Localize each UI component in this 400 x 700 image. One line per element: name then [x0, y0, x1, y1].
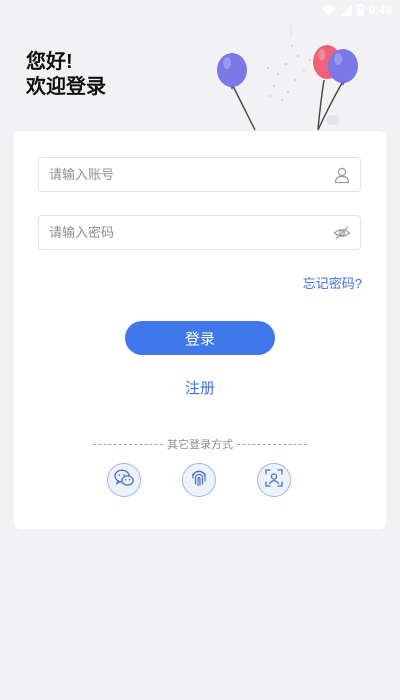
eye-hidden-icon[interactable] [333, 224, 351, 242]
password-field[interactable] [38, 215, 361, 250]
greeting-line-2: 欢迎登录 [26, 76, 106, 98]
divider-line-left [93, 443, 163, 445]
fingerprint-icon [188, 467, 210, 493]
face-id-login-button[interactable] [257, 463, 291, 497]
signal-icon [340, 1, 352, 20]
status-time: 9:48 [368, 3, 392, 17]
battery-icon [356, 1, 364, 20]
other-login-divider: 其它登录方式 [93, 436, 307, 452]
balloons-illustration [200, 20, 390, 135]
login-card: 忘记密码? 登录 注册 其它登录方式 [14, 131, 386, 529]
wechat-icon [113, 467, 135, 493]
wifi-icon [321, 1, 336, 20]
user-icon [333, 166, 351, 184]
forgot-password-link[interactable]: 忘记密码? [303, 273, 362, 292]
fingerprint-login-button[interactable] [182, 463, 216, 497]
divider-line-right [237, 443, 307, 445]
greeting-line-1: 您好! [26, 51, 73, 73]
other-login-label: 其它登录方式 [167, 439, 233, 451]
account-field[interactable] [38, 157, 361, 192]
register-link[interactable]: 注册 [14, 377, 386, 398]
greeting-title: 您好! 欢迎登录 [26, 50, 106, 100]
account-input[interactable] [49, 158, 319, 191]
status-bar: 9:48 [0, 0, 400, 20]
status-icons: 9:48 [321, 1, 392, 20]
face-id-icon [263, 467, 285, 493]
login-button[interactable]: 登录 [125, 321, 275, 355]
password-input[interactable] [49, 216, 319, 249]
wechat-login-button[interactable] [107, 463, 141, 497]
